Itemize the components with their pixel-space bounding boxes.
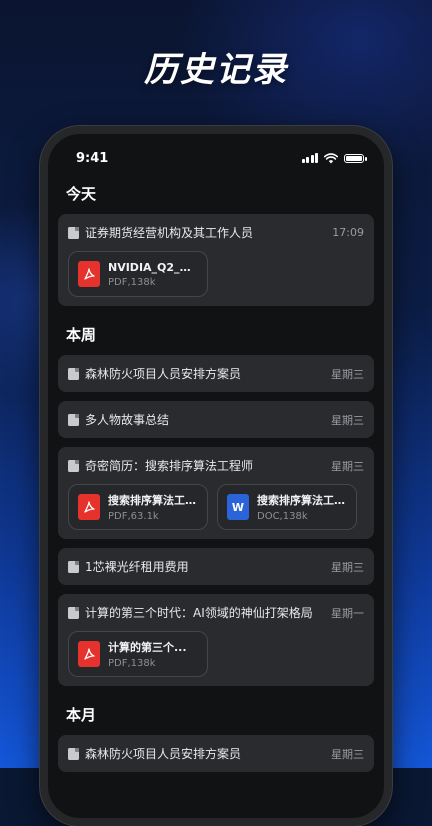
attachment-card[interactable]: NVIDIA_Q2_2023... PDF,138k xyxy=(68,251,208,297)
history-item-time: 星期一 xyxy=(331,606,364,620)
history-item[interactable]: 森林防火项目人员安排方案员 星期三 xyxy=(58,735,374,772)
history-item-time: 星期三 xyxy=(331,413,364,427)
attachment-info: 搜索排序算法工程... DOC,138k xyxy=(257,492,347,522)
history-item-header: 多人物故事总结 星期三 xyxy=(68,401,364,438)
attachment-list: 计算的第三个... PDF,138k xyxy=(68,631,364,686)
document-icon xyxy=(68,226,79,239)
history-item-header: 证券期货经营机构及其工作人员 17:09 xyxy=(68,214,364,251)
history-item-time: 星期三 xyxy=(331,747,364,761)
attachment-card[interactable]: 计算的第三个... PDF,138k xyxy=(68,631,208,677)
history-item[interactable]: 计算的第三个时代：AI领域的神仙打架格局 星期一计算的第三个... PDF,138k xyxy=(58,594,374,686)
pdf-icon xyxy=(78,641,100,667)
history-item-title: 奇密简历：搜索排序算法工程师 xyxy=(85,459,254,473)
history-item-title: 证券期货经营机构及其工作人员 xyxy=(85,226,254,240)
history-item[interactable]: 多人物故事总结 星期三 xyxy=(58,401,374,438)
history-item[interactable]: 证券期货经营机构及其工作人员 17:09 NVIDIA_Q2_2023... PDF,… xyxy=(58,214,374,306)
history-item-title: 多人物故事总结 xyxy=(85,413,170,427)
history-item-title: 计算的第三个时代：AI领域的神仙打架格局 xyxy=(85,606,313,620)
document-icon xyxy=(68,459,79,472)
history-item-header: 奇密简历：搜索排序算法工程师 星期三 xyxy=(68,447,364,484)
attachment-list: 搜索排序算法工程... PDF,63.1k W 搜索排序算法工程... DOC,138k xyxy=(68,484,364,539)
attachment-meta: PDF,138k xyxy=(108,276,156,288)
attachment-card[interactable]: W 搜索排序算法工程... DOC,138k xyxy=(217,484,357,530)
history-item[interactable]: 森林防火项目人员安排方案员 星期三 xyxy=(58,355,374,392)
status-icons xyxy=(301,152,367,164)
phone-screen: 9:41 今天证券期货经营机构及其工作人员 17:09 NVIDIA_Q2_2023… xyxy=(48,134,384,818)
history-item[interactable]: 奇密简历：搜索排序算法工程师星期三搜索排序算法工程...PDF,63.1kW搜索… xyxy=(58,447,374,539)
section-title: 今天 xyxy=(66,185,97,203)
attachment-meta: PDF,63.1k xyxy=(108,511,159,522)
history-item-header: 森林防火项目人员安排方案员 星期三 xyxy=(68,735,364,772)
attachment-name: NVIDIA_Q2_2023... xyxy=(108,260,198,274)
history-list: 今天证券期货经营机构及其工作人员 17:09 NVIDIA_Q2_2023... PD… xyxy=(48,174,384,772)
history-item-time: 17:09 xyxy=(332,226,364,239)
status-time: 9:41 xyxy=(76,150,109,166)
word-icon: W xyxy=(227,494,249,520)
wifi-icon xyxy=(324,152,338,163)
history-item-title: 森林防火项目人员安排方案员 xyxy=(85,747,242,761)
document-icon xyxy=(68,606,79,619)
history-item-title-wrap: 证券期货经营机构及其工作人员 xyxy=(68,224,253,241)
attachment-name: 计算的第三个... xyxy=(108,641,187,654)
attachment-info: 计算的第三个... PDF,138k xyxy=(108,639,187,669)
attachment-name: 搜索排序算法工程... xyxy=(257,494,347,507)
attachment-meta: PDF,138k xyxy=(108,658,156,669)
history-item-title-wrap: 森林防火项目人员安排方案员 xyxy=(68,365,241,382)
attachment-meta: DOC,138k xyxy=(257,511,308,522)
attachment-card[interactable]: 搜索排序算法工程... PDF,63.1k xyxy=(68,484,208,530)
section-title: 本周 xyxy=(66,326,97,344)
history-item-title-wrap: 奇密简历：搜索排序算法工程师 xyxy=(68,457,253,474)
history-item-title-wrap: 1芯裸光纤租用费用 xyxy=(68,558,189,575)
pdf-icon xyxy=(78,494,100,520)
history-item-title-wrap: 森林防火项目人员安排方案员 xyxy=(68,745,241,762)
attachment-list: NVIDIA_Q2_2023... PDF,138k xyxy=(68,251,364,306)
status-bar: 9:41 xyxy=(48,134,384,174)
phone-frame: 9:41 今天证券期货经营机构及其工作人员 17:09 NVIDIA_Q2_2023… xyxy=(40,126,392,826)
history-item-header: 计算的第三个时代：AI领域的神仙打架格局 星期一 xyxy=(68,594,364,631)
attachment-name: 搜索排序算法工程... xyxy=(108,494,198,507)
history-item-title-wrap: 多人物故事总结 xyxy=(68,411,169,428)
pdf-icon xyxy=(78,261,100,287)
history-item[interactable]: 1芯裸光纤租用费用 星期三 xyxy=(58,548,374,585)
document-icon xyxy=(68,413,79,426)
attachment-info: 搜索排序算法工程... PDF,63.1k xyxy=(108,492,198,522)
attachment-info: NVIDIA_Q2_2023... PDF,138k xyxy=(108,261,198,288)
history-item-time: 星期三 xyxy=(331,367,364,381)
battery-icon xyxy=(344,153,367,163)
history-item-time: 星期三 xyxy=(331,459,364,473)
history-item-title: 森林防火项目人员安排方案员 xyxy=(85,367,242,381)
history-item-header: 1芯裸光纤租用费用 星期三 xyxy=(68,548,364,585)
history-item-title-wrap: 计算的第三个时代：AI领域的神仙打架格局 xyxy=(68,604,313,621)
page-title: 历史记录 xyxy=(144,50,288,90)
cellular-signal-icon xyxy=(301,153,318,163)
document-icon xyxy=(68,560,79,573)
history-item-header: 森林防火项目人员安排方案员 星期三 xyxy=(68,355,364,392)
section-title: 本月 xyxy=(66,706,97,724)
history-item-title: 1芯裸光纤租用费用 xyxy=(85,560,189,574)
history-item-time: 星期三 xyxy=(331,560,364,574)
document-icon xyxy=(68,747,79,760)
document-icon xyxy=(68,367,79,380)
